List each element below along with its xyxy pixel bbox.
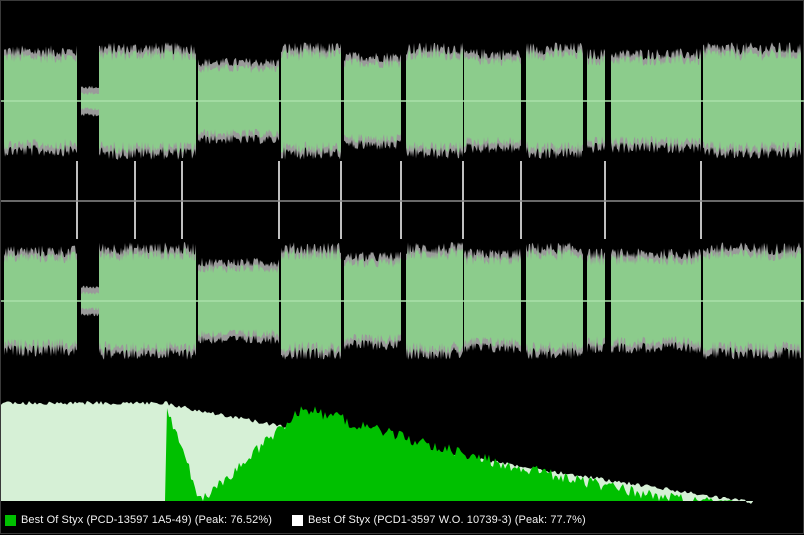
legend-label-track-b: Best Of Styx (PCD1-3597 W.O. 10739-3) (P… <box>308 514 586 526</box>
legend-item-track-b: Best Of Styx (PCD1-3597 W.O. 10739-3) (P… <box>292 514 586 526</box>
legend-swatch-white-icon <box>292 514 303 526</box>
legend-item-track-a: Best Of Styx (PCD-13597 1A5-49) (Peak: 7… <box>5 514 272 526</box>
waveform-comparison-viewer: Best Of Styx (PCD-13597 1A5-49) (Peak: 7… <box>0 0 804 534</box>
track-boundary-markers <box>76 161 702 239</box>
legend-label-track-a: Best Of Styx (PCD-13597 1A5-49) (Peak: 7… <box>21 514 272 526</box>
legend: Best Of Styx (PCD-13597 1A5-49) (Peak: 7… <box>5 511 586 529</box>
spectrum-comparison <box>1 401 753 504</box>
legend-swatch-green-icon <box>5 514 16 526</box>
waveform-canvas <box>1 42 804 504</box>
